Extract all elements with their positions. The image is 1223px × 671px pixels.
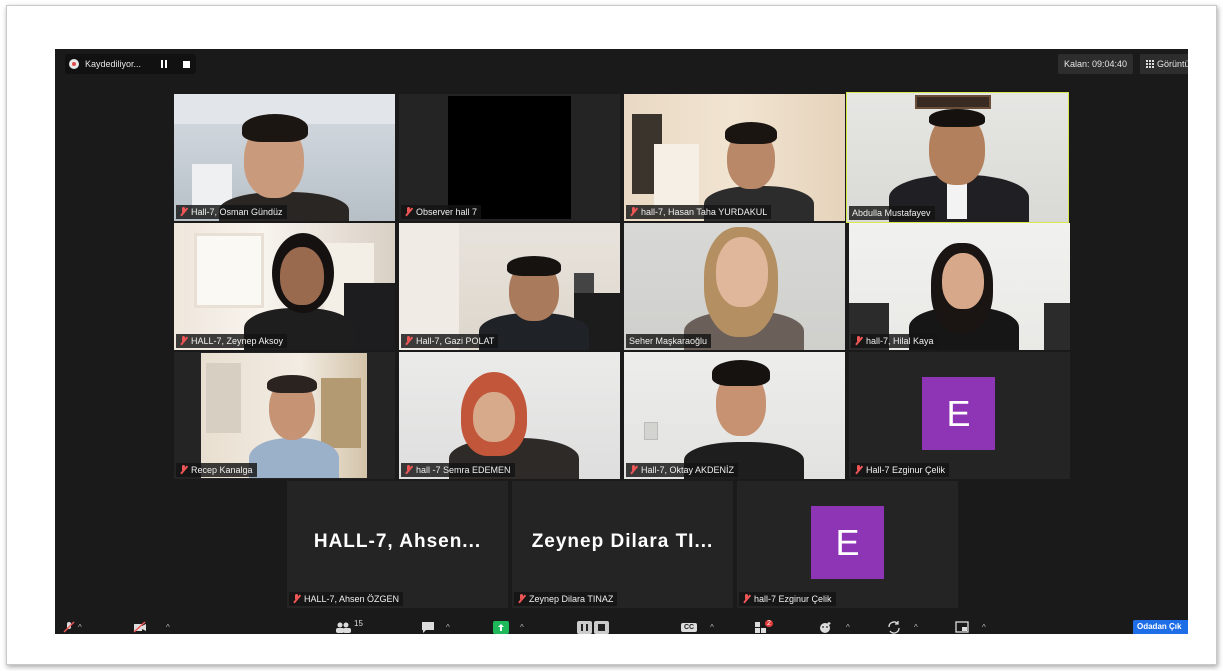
chevron-up-icon[interactable]: ^ (846, 623, 850, 632)
mic-muted-icon (179, 336, 188, 346)
video-tile[interactable]: HALL-7, Zeynep Aksoy (174, 223, 395, 350)
apps-badge: 2 (765, 619, 773, 627)
video-tile[interactable]: Hall-7, Osman Gündüz (174, 94, 395, 221)
avatar-tile[interactable]: E Hall-7 Ezginur Çelik (849, 352, 1070, 479)
participant-nameplate: hall -7 Semra EDEMEN (401, 463, 515, 477)
reactions-icon (820, 621, 831, 633)
mic-off-icon (63, 621, 75, 633)
chevron-up-icon[interactable]: ^ (914, 623, 918, 632)
participant-nameplate: Hall-7 Ezginur Çelik (851, 463, 950, 477)
chevron-up-icon[interactable]: ^ (982, 623, 986, 632)
share-screen-icon (493, 620, 509, 634)
time-remaining: Kalan: 09:04:40 (1057, 54, 1133, 74)
mic-muted-icon (854, 336, 863, 346)
view-label: Görüntü (1157, 59, 1188, 69)
mic-muted-icon (404, 207, 413, 217)
mic-muted-icon (742, 594, 751, 604)
mic-muted-icon (629, 465, 638, 475)
chat-button[interactable]: ^ (421, 620, 450, 634)
recording-indicator: Kaydediliyor... (65, 54, 197, 74)
participants-count: 15 (354, 618, 363, 628)
participant-nameplate: Seher Maşkaraoğlu (626, 334, 712, 348)
video-tile[interactable]: Hall-7, Gazi POLAT (399, 223, 620, 350)
camera-off-icon (133, 621, 146, 633)
screenshot-frame: Kaydediliyor... Kalan: 09:04:40 Görüntü … (6, 5, 1217, 665)
stop-recording-icon[interactable] (183, 60, 191, 68)
participant-nameplate: HALL-7, Zeynep Aksoy (176, 334, 288, 348)
window-icon (955, 621, 969, 633)
reactions-button[interactable]: ^ (819, 620, 850, 634)
apps-button[interactable]: 2 (755, 619, 780, 634)
participant-nameplate: HALL-7, Ahsen ÖZGEN (289, 592, 404, 606)
video-tile[interactable]: Observer hall 7 (399, 94, 620, 221)
switch-view-button[interactable]: ^ (887, 620, 918, 634)
mic-muted-icon (292, 594, 301, 604)
meeting-window: Kaydediliyor... Kalan: 09:04:40 Görüntü … (55, 49, 1188, 634)
participants-button[interactable]: 15 (335, 618, 363, 634)
participant-nameplate: Abdulla Mustafayev (849, 206, 935, 220)
video-tile[interactable]: hall-7, Hilal Kaya (849, 223, 1070, 350)
mic-muted-icon (517, 594, 526, 604)
share-screen-button[interactable]: ^ (493, 620, 524, 634)
chevron-up-icon[interactable]: ^ (710, 623, 714, 632)
participant-nameplate: Hall-7, Gazi POLAT (401, 334, 499, 348)
participant-avatar: E (922, 377, 995, 450)
participant-nameplate: Observer hall 7 (401, 205, 482, 219)
leave-room-button[interactable]: Odadan Çık (1133, 620, 1188, 634)
chevron-up-icon[interactable]: ^ (166, 623, 170, 632)
pause-stop-icon (577, 620, 609, 634)
chevron-up-icon[interactable]: ^ (520, 623, 524, 632)
participant-nameplate: Recep Kanalga (176, 463, 257, 477)
grid-view-icon (1146, 60, 1154, 68)
refresh-icon (888, 620, 900, 634)
participant-nameplate: Hall-7, Osman Gündüz (176, 205, 287, 219)
cc-icon: CC (681, 622, 698, 632)
chat-icon (422, 622, 434, 633)
mic-muted-icon (629, 207, 638, 217)
captions-button[interactable]: CC ^ (681, 620, 714, 634)
mic-muted-icon (179, 207, 188, 217)
participants-icon (336, 622, 351, 633)
video-tile-active-speaker[interactable]: Abdulla Mustafayev (846, 92, 1069, 223)
participant-avatar: E (811, 506, 884, 579)
participant-nameplate: Zeynep Dilara TINAZ (514, 592, 618, 606)
avatar-tile[interactable]: E hall-7 Ezginur Çelik (737, 481, 958, 608)
participant-nameplate: hall-7, Hasan Taha YURDAKUL (626, 205, 772, 219)
participant-nameplate: hall-7, Hilal Kaya (851, 334, 938, 348)
video-tile[interactable]: hall -7 Semra EDEMEN (399, 352, 620, 479)
video-tile[interactable]: Seher Maşkaraoğlu (624, 223, 845, 350)
video-tile[interactable]: Recep Kanalga (174, 352, 395, 479)
mic-muted-icon (404, 336, 413, 346)
participant-nameplate: hall-7 Ezginur Çelik (739, 592, 836, 606)
mic-muted-icon (179, 465, 188, 475)
name-tile[interactable]: HALL-7, Ahsen... HALL-7, Ahsen ÖZGEN (287, 481, 508, 608)
view-button[interactable]: Görüntü (1140, 54, 1188, 74)
meeting-toolbar: ^ ^ 15 ^ ^ CC ^ 2 ^ ^ ^ Odadan Çık (55, 618, 1188, 634)
chevron-up-icon[interactable]: ^ (446, 623, 450, 632)
video-tile[interactable]: Hall-7, Oktay AKDENİZ (624, 352, 845, 479)
picture-in-picture-button[interactable]: ^ (955, 620, 986, 634)
video-button[interactable]: ^ (133, 620, 170, 634)
recording-controls-button[interactable] (577, 620, 609, 634)
recording-label: Kaydediliyor... (85, 59, 142, 69)
mute-button[interactable]: ^ (63, 620, 82, 634)
mic-muted-icon (404, 465, 413, 475)
participant-display-name: HALL-7, Ahsen... (313, 531, 482, 552)
record-icon (69, 59, 79, 69)
pause-recording-icon[interactable] (161, 60, 169, 68)
mic-muted-icon (854, 465, 863, 475)
video-tile[interactable]: hall-7, Hasan Taha YURDAKUL (624, 94, 845, 221)
participant-nameplate: Hall-7, Oktay AKDENİZ (626, 463, 739, 477)
participant-display-name: Zeynep Dilara TI... (531, 531, 714, 552)
name-tile[interactable]: Zeynep Dilara TI... Zeynep Dilara TINAZ (512, 481, 733, 608)
chevron-up-icon[interactable]: ^ (78, 623, 82, 632)
